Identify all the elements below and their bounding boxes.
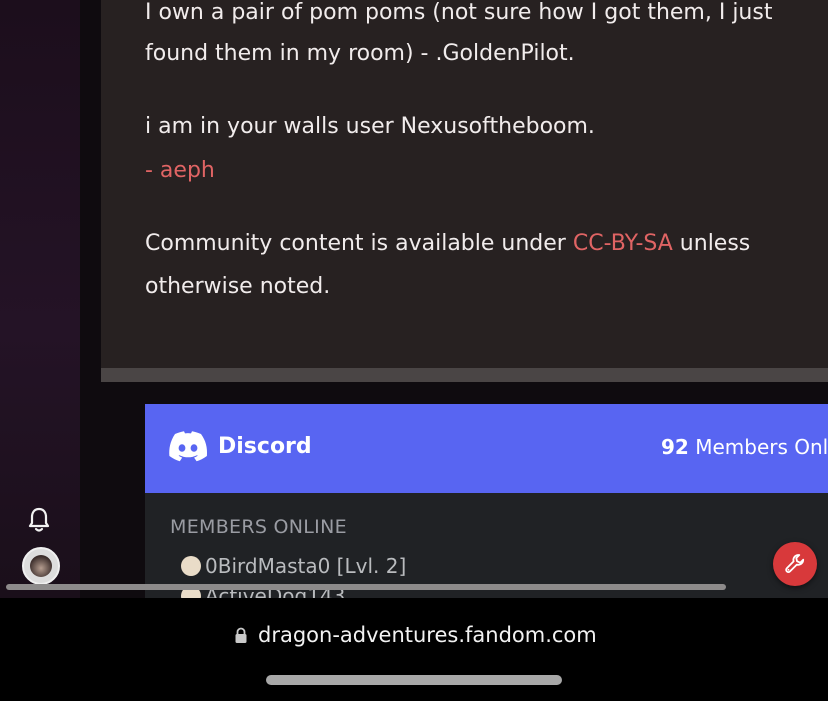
discord-header[interactable]: Discord 92 Members Online — [145, 404, 828, 493]
browser-address-bar[interactable] — [0, 598, 828, 701]
license-notice: Community content is available under CC-… — [145, 231, 751, 256]
user-avatar[interactable] — [22, 547, 60, 585]
member-list-item[interactable]: 0BirdMasta0 [Lvl. 2] — [181, 554, 406, 578]
discord-title: Discord — [218, 434, 312, 459]
license-link[interactable]: CC-BY-SA — [573, 231, 673, 256]
lock-icon — [235, 627, 247, 643]
horizontal-scrollbar[interactable] — [6, 584, 726, 590]
discord-widget: Discord 92 Members Online MEMBERS ONLINE… — [145, 404, 828, 598]
license-notice-line2: otherwise noted. — [145, 274, 331, 299]
article-bottom-border — [101, 368, 828, 382]
article-signature: - aeph — [145, 158, 215, 183]
members-online-heading: MEMBERS ONLINE — [170, 516, 347, 538]
discord-logo-icon — [169, 431, 208, 462]
notification-bell-icon[interactable] — [27, 506, 51, 534]
home-indicator[interactable] — [266, 675, 562, 685]
member-avatar — [181, 556, 201, 576]
url-text[interactable]: dragon-adventures.fandom.com — [258, 623, 597, 647]
tools-button[interactable] — [773, 542, 817, 586]
discord-member-count: 92 Members Online — [661, 435, 828, 459]
wrench-icon — [785, 554, 805, 573]
article-text-line: I own a pair of pom poms (not sure how I… — [145, 0, 773, 25]
article-text-line: found them in my room) - .GoldenPilot. — [145, 41, 575, 66]
article-text-line: i am in your walls user Nexusoftheboom. — [145, 114, 595, 139]
